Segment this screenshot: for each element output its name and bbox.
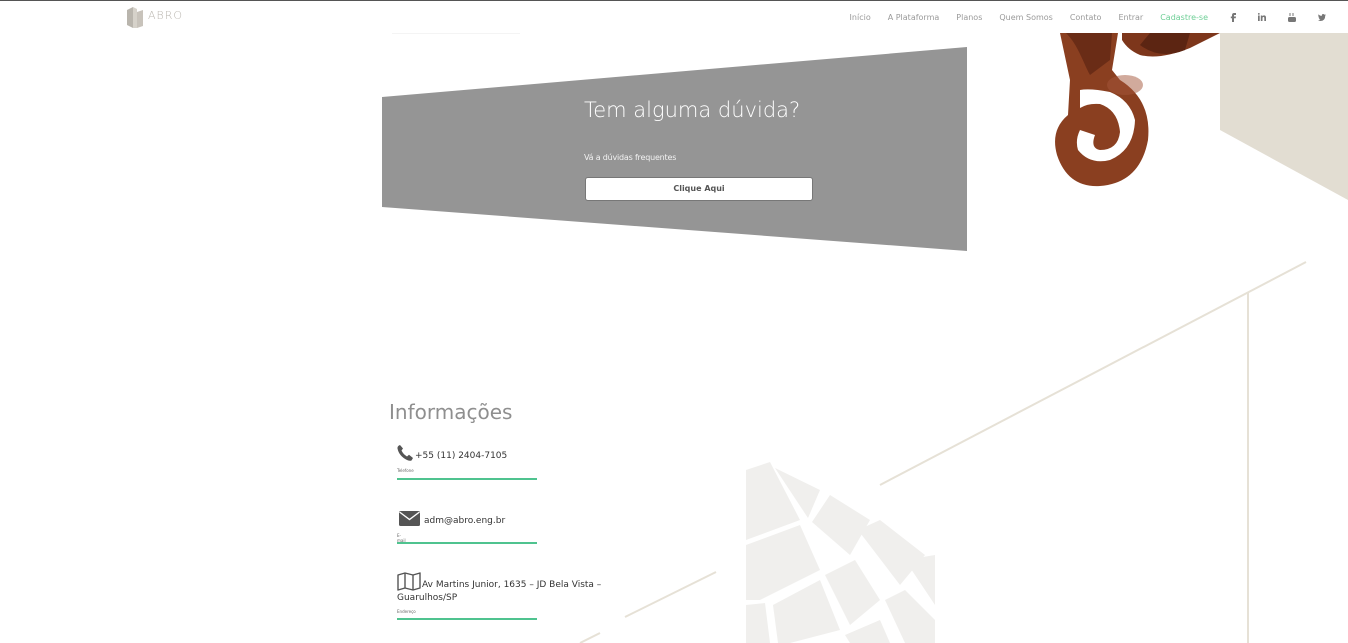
nav-link-inicio[interactable]: Início [850,13,871,22]
info-section-title: Informações [389,400,513,424]
nav-link-cadastre-se[interactable]: Cadastre-se [1160,13,1208,22]
click-here-button[interactable]: Clique Aqui [585,177,813,201]
phone-icon [397,445,413,461]
nav-link-contato[interactable]: Contato [1070,13,1102,22]
address-label: Endereço [397,609,416,614]
nav-link-entrar[interactable]: Entrar [1118,13,1143,22]
envelope-icon [399,511,420,526]
faq-banner-shape [382,47,967,251]
address-line1: Av Martins Junior, 1635 – JD Bela Vista … [422,580,602,590]
email-value[interactable]: adm@abro.eng.br [424,516,505,526]
map-pattern [746,462,935,643]
twitter-icon[interactable] [1318,13,1326,21]
crane-hook-image [1055,33,1220,187]
email-underline [397,542,537,544]
nav-link-planos[interactable]: Planos [956,13,982,22]
nav-menu: Início A Plataforma Planos Quem Somos Co… [833,1,1326,33]
logo-icon [127,7,143,28]
beige-shape [1220,33,1348,200]
youtube-icon[interactable] [1288,12,1296,22]
phone-label: Telefone [397,468,414,473]
phone-value[interactable]: +55 (11) 2404-7105 [415,451,507,461]
navbar: ABRO Início A Plataforma Planos Quem Som… [0,1,1348,33]
nav-link-quem-somos[interactable]: Quem Somos [999,13,1052,22]
logo-text: ABRO [148,9,184,22]
map-icon [397,572,421,591]
faq-title: Tem alguma dúvida? [584,98,801,122]
address-line2: Guarulhos/SP [397,593,458,603]
address-underline [397,618,537,620]
nav-link-plataforma[interactable]: A Plataforma [888,13,940,22]
faq-subtitle: Vá a dúvidas frequentes [584,153,677,162]
abro-logo[interactable]: ABRO [126,4,182,28]
linkedin-icon[interactable] [1258,13,1266,21]
phone-underline [397,478,537,480]
facebook-icon[interactable] [1230,12,1236,22]
background-decoration [382,32,1348,643]
